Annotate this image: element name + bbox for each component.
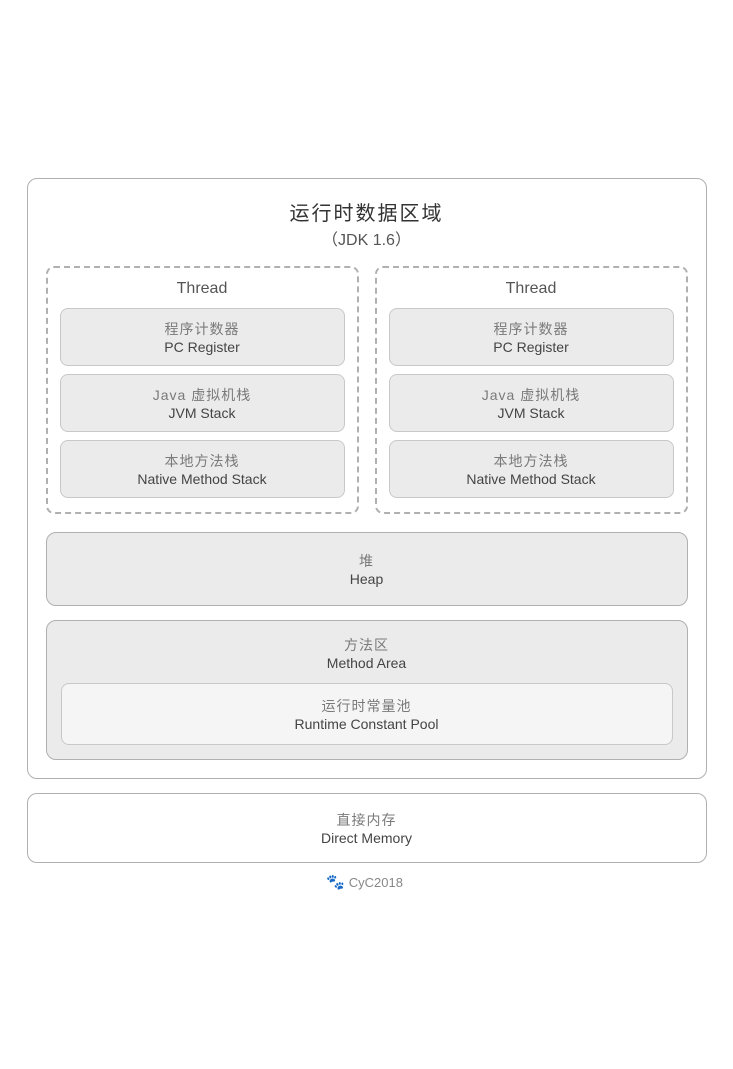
thread2-jvmstack-en: JVM Stack xyxy=(398,405,665,421)
method-area-box: 方法区 Method Area 运行时常量池 Runtime Constant … xyxy=(46,620,688,760)
thread2-pc-cn: 程序计数器 xyxy=(398,319,665,339)
thread2-label: Thread xyxy=(389,280,674,298)
thread1-label: Thread xyxy=(60,280,345,298)
runtime-data-area-box: 运行时数据区域 （JDK 1.6） Thread 程序计数器 PC Regist… xyxy=(27,178,707,779)
heap-box: 堆 Heap xyxy=(46,532,688,606)
thread2-native-stack: 本地方法栈 Native Method Stack xyxy=(389,440,674,498)
thread1-native-stack: 本地方法栈 Native Method Stack xyxy=(60,440,345,498)
direct-memory-en: Direct Memory xyxy=(38,830,696,846)
thread2-pc-en: PC Register xyxy=(398,339,665,355)
thread2-box: Thread 程序计数器 PC Register Java 虚拟机栈 JVM S… xyxy=(375,266,688,514)
watermark: 🐾 CyC2018 xyxy=(326,873,407,891)
thread1-jvmstack-cn: Java 虚拟机栈 xyxy=(69,385,336,405)
title-area: 运行时数据区域 （JDK 1.6） xyxy=(46,197,688,250)
heap-en: Heap xyxy=(57,571,677,587)
thread1-native-en: Native Method Stack xyxy=(69,471,336,487)
runtime-pool-box: 运行时常量池 Runtime Constant Pool xyxy=(61,683,673,745)
thread1-pc-en: PC Register xyxy=(69,339,336,355)
watermark-text: CyC2018 xyxy=(349,875,403,890)
thread2-pc-register: 程序计数器 PC Register xyxy=(389,308,674,366)
thread1-pc-register: 程序计数器 PC Register xyxy=(60,308,345,366)
thread2-native-en: Native Method Stack xyxy=(398,471,665,487)
main-title-sub: （JDK 1.6） xyxy=(46,226,688,250)
thread2-jvmstack-cn: Java 虚拟机栈 xyxy=(398,385,665,405)
thread1-native-cn: 本地方法栈 xyxy=(69,451,336,471)
thread2-native-cn: 本地方法栈 xyxy=(398,451,665,471)
method-area-cn: 方法区 xyxy=(61,635,673,655)
paw-icon: 🐾 xyxy=(326,873,345,891)
threads-row: Thread 程序计数器 PC Register Java 虚拟机栈 JVM S… xyxy=(46,266,688,514)
heap-cn: 堆 xyxy=(57,551,677,571)
pool-cn: 运行时常量池 xyxy=(70,696,664,716)
main-title-cn: 运行时数据区域 xyxy=(46,197,688,226)
thread1-jvm-stack: Java 虚拟机栈 JVM Stack xyxy=(60,374,345,432)
thread1-jvmstack-en: JVM Stack xyxy=(69,405,336,421)
direct-memory-cn: 直接内存 xyxy=(38,810,696,830)
direct-memory-box: 直接内存 Direct Memory xyxy=(27,793,707,863)
page-wrapper: 运行时数据区域 （JDK 1.6） Thread 程序计数器 PC Regist… xyxy=(7,20,727,1049)
pool-en: Runtime Constant Pool xyxy=(70,716,664,732)
thread1-pc-cn: 程序计数器 xyxy=(69,319,336,339)
thread2-jvm-stack: Java 虚拟机栈 JVM Stack xyxy=(389,374,674,432)
thread1-box: Thread 程序计数器 PC Register Java 虚拟机栈 JVM S… xyxy=(46,266,359,514)
method-area-en: Method Area xyxy=(61,655,673,671)
method-area-title: 方法区 Method Area xyxy=(61,635,673,671)
